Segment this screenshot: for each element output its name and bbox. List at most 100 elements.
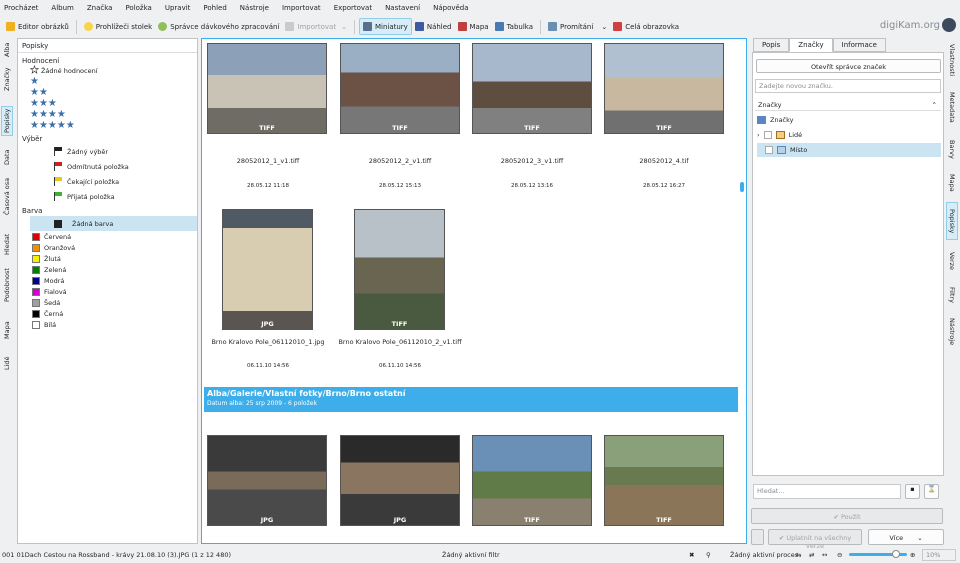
menu-tools[interactable]: Nástroje <box>240 4 269 12</box>
menu-import[interactable]: Importovat <box>282 4 321 12</box>
color-none[interactable]: Žádná barva <box>30 216 197 231</box>
color-magenta[interactable]: Fialová <box>32 288 67 296</box>
tab-metadata[interactable]: Metadata <box>946 88 958 126</box>
image-editor-button[interactable]: Editor obrázků <box>3 18 72 35</box>
rating-4[interactable]: ★★★★ <box>30 110 66 120</box>
expand-arrow-icon[interactable]: › <box>757 131 760 139</box>
rating-1[interactable]: ★ <box>30 77 39 87</box>
thumbnail[interactable]: TIFF <box>207 43 327 134</box>
menu-help[interactable]: Nápověda <box>433 4 468 12</box>
pick-accepted[interactable]: Přijatá položka <box>54 192 115 201</box>
tag-search-input[interactable]: Hledat... <box>753 484 901 499</box>
thumbnail[interactable]: TIFF <box>472 435 592 526</box>
tab-filters[interactable]: Filtry <box>946 282 958 308</box>
color-black[interactable]: Černá <box>32 310 63 318</box>
tab-similarity[interactable]: Podobnost <box>1 266 13 304</box>
menu-edit[interactable]: Upravit <box>165 4 191 12</box>
zoom-out-icon[interactable]: ⊖ <box>837 551 842 559</box>
thumbnail[interactable]: TIFF <box>354 209 445 330</box>
tag-people[interactable]: › Lidé <box>757 131 802 139</box>
thumbnail[interactable]: TIFF <box>472 43 592 134</box>
color-orange[interactable]: Oranžová <box>32 244 75 252</box>
color-white[interactable]: Bílá <box>32 321 56 329</box>
zoom-in-icon[interactable]: ⊕ <box>910 551 915 559</box>
zoom-slider[interactable] <box>849 550 907 558</box>
digikam-logo-icon <box>942 18 956 32</box>
tab-labels[interactable]: Popisky <box>946 202 958 240</box>
menu-export[interactable]: Exportovat <box>334 4 372 12</box>
rating-3[interactable]: ★★★ <box>30 99 57 109</box>
more-button[interactable]: Více ⌄ <box>868 529 944 545</box>
preview-button[interactable]: Náhled <box>412 18 455 35</box>
thumbnail-view[interactable]: TIFF TIFF TIFF TIFF 28052012_1_v1.tiff 2… <box>201 38 747 544</box>
tab-tags[interactable]: Značky <box>1 66 13 92</box>
menu-settings[interactable]: Nastavení <box>385 4 420 12</box>
open-tag-manager-button[interactable]: Otevřít správce značek <box>756 59 941 73</box>
tab-description[interactable]: Popis <box>753 38 790 52</box>
fullscreen-button[interactable]: Celá obrazovka <box>610 18 682 35</box>
revert-button[interactable] <box>751 529 764 545</box>
new-tag-input[interactable]: Zadejte novou značku. <box>755 79 941 93</box>
thumbnail[interactable]: TIFF <box>604 43 724 134</box>
pick-none[interactable]: Žádný výběr <box>54 147 108 156</box>
menu-album[interactable]: Album <box>51 4 73 12</box>
menu-browse[interactable]: Procházet <box>4 4 38 12</box>
color-green[interactable]: Zelená <box>32 266 66 274</box>
menu-tag[interactable]: Značka <box>87 4 113 12</box>
zoom-level[interactable]: 10% <box>922 548 956 561</box>
thumbnail[interactable]: JPG <box>222 209 313 330</box>
tab-map[interactable]: Mapa <box>1 318 13 342</box>
thumbnail[interactable]: TIFF <box>340 43 460 134</box>
tab-search[interactable]: Hledat <box>1 230 13 258</box>
thumbnail[interactable]: JPG <box>340 435 460 526</box>
tab-dates[interactable]: Data <box>1 146 13 168</box>
chevron-up-icon[interactable]: ⌃ <box>932 101 937 109</box>
color-gray[interactable]: Šedá <box>32 299 60 307</box>
tab-tools[interactable]: Nástroje <box>946 314 958 350</box>
tag-tree-root[interactable]: Značky <box>757 116 794 124</box>
color-red[interactable]: Červená <box>32 233 71 241</box>
tab-people[interactable]: Lidé <box>1 352 13 374</box>
slideshow-button[interactable]: Promítání ⌄ <box>545 18 610 35</box>
batch-manager-button[interactable]: Správce dávkového zpracování <box>155 18 282 35</box>
color-blue[interactable]: Modrá <box>32 277 64 285</box>
next-icon[interactable]: ⇄ <box>809 551 814 559</box>
light-table-button[interactable]: Prohlížeči stolek <box>81 18 155 35</box>
tab-properties[interactable]: Vlastnosti <box>946 42 958 78</box>
menu-view[interactable]: Pohled <box>203 4 226 12</box>
checkbox[interactable] <box>765 146 773 154</box>
tab-info[interactable]: Informace <box>832 38 886 52</box>
tag-place[interactable]: Místo <box>757 143 941 157</box>
thumbnail[interactable]: JPG <box>207 435 327 526</box>
reset-button[interactable]: ⌛ <box>924 484 939 499</box>
tab-map[interactable]: Mapa <box>946 170 958 196</box>
filter-icon[interactable]: ⚲ <box>706 551 711 559</box>
tab-tags[interactable]: Značky <box>789 38 833 52</box>
map-button[interactable]: Mapa <box>455 18 492 35</box>
tab-albums[interactable]: Alba <box>1 40 13 60</box>
tab-colors[interactable]: Barvy <box>946 136 958 162</box>
color-yellow[interactable]: Žlutá <box>32 255 61 263</box>
tab-timeline[interactable]: Časová osa <box>1 176 13 216</box>
pick-rejected[interactable]: Odmítnutá položka <box>54 162 129 171</box>
tab-versions[interactable]: Verze <box>946 246 958 276</box>
zoom-slider-handle[interactable] <box>892 550 900 558</box>
apply-all-versions-button[interactable]: ✔ Uplatnit na všechny verze <box>768 529 862 550</box>
apply-button[interactable]: ✔ Použít <box>751 508 943 524</box>
rating-none[interactable]: ★ Žádné hodnocení <box>30 65 98 76</box>
checkbox[interactable] <box>763 131 772 139</box>
rating-5[interactable]: ★★★★★ <box>30 121 75 131</box>
scrollbar-handle[interactable] <box>740 182 744 192</box>
table-button[interactable]: Tabulka <box>492 18 536 35</box>
tag-options-button[interactable]: ▪ <box>905 484 920 499</box>
prev-icon[interactable]: ⇆ <box>796 551 801 559</box>
fit-icon[interactable]: ↔ <box>822 551 827 559</box>
rating-2[interactable]: ★★ <box>30 88 48 98</box>
menu-item[interactable]: Položka <box>125 4 151 12</box>
thumbnails-button[interactable]: Miniatury <box>358 18 412 35</box>
import-button[interactable]: Importovat ⌄ <box>282 18 350 35</box>
tab-labels[interactable]: Popisky <box>1 106 13 136</box>
pick-pending[interactable]: Čekající položka <box>54 177 119 186</box>
clear-filter-icon[interactable]: ✖ <box>689 551 694 559</box>
thumbnail[interactable]: TIFF <box>604 435 724 526</box>
